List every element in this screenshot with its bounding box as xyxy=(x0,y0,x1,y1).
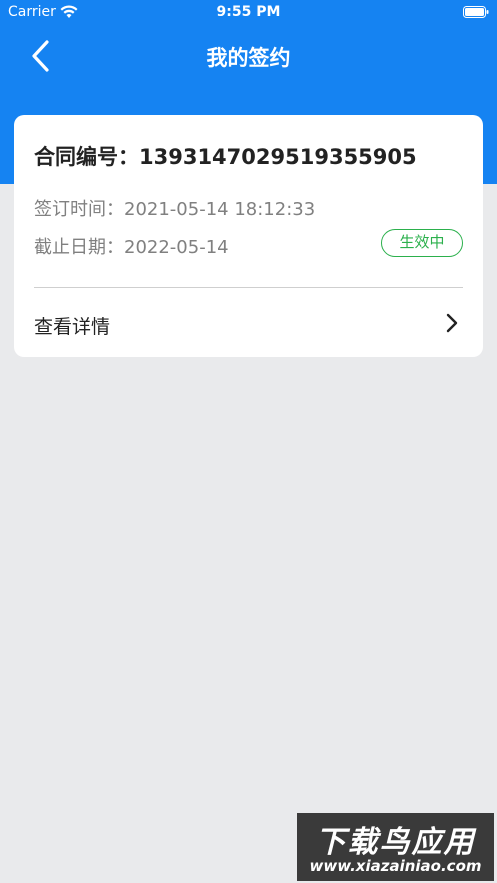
sign-time-label: 签订时间： xyxy=(34,199,124,220)
end-date-row: 截止日期：2022-05-14 xyxy=(34,233,229,259)
end-date-label: 截止日期： xyxy=(34,237,124,258)
status-badge: 生效中 xyxy=(381,229,463,257)
contract-number-value: 1393147029519355905 xyxy=(139,145,417,169)
contract-number-row: 合同编号：1393147029519355905 xyxy=(34,141,417,171)
sign-time-value: 2021-05-14 18:12:33 xyxy=(124,199,316,220)
watermark-logo: 下载鸟应用 www.xiazainiao.com xyxy=(297,813,494,881)
sign-time-row: 签订时间：2021-05-14 18:12:33 xyxy=(34,195,315,221)
end-date-value: 2022-05-14 xyxy=(124,237,229,258)
status-bar: Carrier 9:55 PM xyxy=(0,0,497,26)
battery-icon xyxy=(463,6,489,18)
watermark-main: 下载鸟应用 xyxy=(315,825,476,860)
status-time: 9:55 PM xyxy=(216,4,281,20)
watermark-url: www.xiazainiao.com xyxy=(309,857,482,875)
contract-number-label: 合同编号： xyxy=(34,145,139,169)
contract-card: 合同编号：1393147029519355905 签订时间：2021-05-14… xyxy=(14,115,483,357)
page-title: 我的签约 xyxy=(206,46,291,70)
view-details-button[interactable]: 查看详情 xyxy=(14,288,483,357)
chevron-right-icon xyxy=(446,313,458,333)
nav-bar: 我的签约 xyxy=(0,30,497,82)
view-details-label: 查看详情 xyxy=(34,316,111,338)
